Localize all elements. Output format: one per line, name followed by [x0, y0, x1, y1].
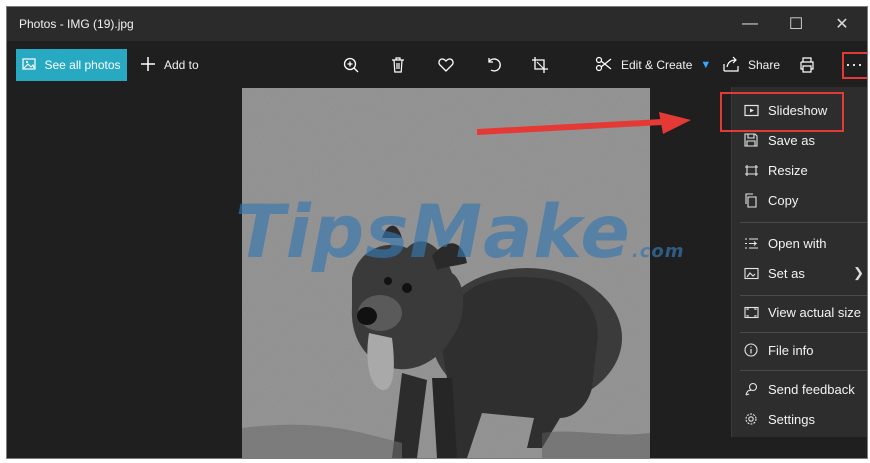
- menu-label-resize: Resize: [768, 162, 808, 178]
- menu-item-settings[interactable]: Settings: [732, 404, 867, 434]
- menu-separator: [740, 332, 867, 333]
- edit-create-label: Edit & Create: [621, 58, 693, 72]
- menu-item-view-actual-size[interactable]: View actual size: [732, 297, 867, 327]
- photos-window: Photos - IMG (19).jpg — ☐ ✕ See all phot…: [6, 6, 868, 459]
- highlight-more-box: [842, 52, 867, 79]
- see-all-photos-button[interactable]: See all photos: [16, 49, 127, 81]
- delete-icon[interactable]: [383, 51, 413, 79]
- plus-icon: [140, 56, 156, 75]
- send-feedback-icon: [742, 382, 760, 396]
- watermark-text: TipsMake: [235, 190, 631, 275]
- title-bar: Photos - IMG (19).jpg — ☐ ✕: [7, 7, 867, 41]
- share-label: Share: [748, 58, 781, 72]
- save-as-icon: [742, 133, 760, 147]
- menu-label-set-as: Set as: [768, 265, 805, 281]
- maximize-button[interactable]: ☐: [773, 7, 819, 41]
- chevron-right-icon: ❯: [853, 265, 864, 280]
- print-icon[interactable]: [792, 51, 822, 79]
- share-icon: [722, 56, 740, 75]
- menu-item-open-with[interactable]: Open with: [732, 228, 867, 258]
- open-with-icon: [742, 237, 760, 250]
- chevron-down-icon: ▼: [700, 59, 712, 71]
- zoom-in-icon[interactable]: [336, 51, 366, 79]
- minimize-button[interactable]: —: [727, 7, 773, 41]
- view-actual-size-icon: [742, 306, 760, 319]
- add-to-button[interactable]: Add to: [140, 49, 199, 81]
- menu-label-save-as: Save as: [768, 132, 815, 148]
- edit-create-button[interactable]: Edit & Create ▼: [595, 51, 711, 79]
- menu-item-file-info[interactable]: File info: [732, 335, 867, 365]
- menu-label-open-with: Open with: [768, 235, 827, 251]
- watermark-suffix: .com: [631, 241, 685, 262]
- settings-icon: [742, 412, 760, 426]
- rotate-icon[interactable]: [479, 51, 509, 79]
- favorite-icon[interactable]: [431, 51, 461, 79]
- share-button[interactable]: Share: [722, 51, 780, 79]
- resize-icon: [742, 164, 760, 177]
- red-arrow-icon: [477, 112, 691, 135]
- menu-item-copy[interactable]: Copy: [732, 185, 867, 215]
- crop-icon[interactable]: [525, 51, 555, 79]
- menu-item-send-feedback[interactable]: Send feedback: [732, 374, 867, 404]
- toolbar: See all photos Add to Edit & Create ▼ Sh…: [7, 41, 867, 88]
- file-info-icon: [742, 343, 760, 357]
- menu-separator: [740, 222, 867, 223]
- menu-separator: [740, 370, 867, 371]
- see-all-photos-label: See all photos: [44, 58, 121, 72]
- menu-label-copy: Copy: [768, 192, 799, 208]
- menu-label-settings: Settings: [768, 411, 815, 427]
- more-options-menu: Slideshow Save as Resize Copy Open with …: [731, 87, 867, 437]
- close-button[interactable]: ✕: [819, 7, 865, 41]
- watermark: TipsMake.com: [235, 190, 685, 275]
- copy-icon: [742, 192, 760, 208]
- highlight-slideshow-box: [720, 92, 844, 132]
- menu-label-file-info: File info: [768, 342, 814, 358]
- window-title: Photos - IMG (19).jpg: [19, 17, 134, 31]
- menu-item-resize[interactable]: Resize: [732, 155, 867, 185]
- menu-separator: [740, 295, 867, 296]
- add-to-label: Add to: [164, 58, 199, 72]
- menu-label-send-feedback: Send feedback: [768, 381, 855, 397]
- image-icon: [22, 57, 37, 73]
- set-as-icon: [742, 267, 760, 280]
- edit-create-icon: [595, 56, 613, 75]
- menu-label-view-actual-size: View actual size: [768, 304, 861, 320]
- menu-item-set-as[interactable]: Set as ❯: [732, 258, 867, 288]
